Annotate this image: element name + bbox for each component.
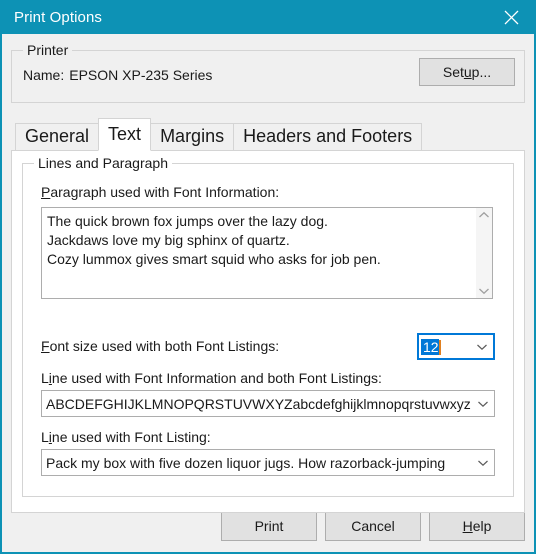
tab-control: General Text Margins Headers and Footers… (11, 117, 525, 513)
tab-headers-and-footers[interactable]: Headers and Footers (233, 123, 423, 150)
help-mnemonic: H (462, 518, 473, 534)
line-font-info-combobox[interactable]: ABCDEFGHIJKLMNOPQRSTUVWXYZabcdefghijklmn… (41, 390, 495, 417)
font-size-value: 12 (421, 338, 439, 355)
lines-group-title: Lines and Paragraph (34, 155, 172, 171)
lines-and-paragraph-groupbox: Lines and Paragraph Paragraph used with … (22, 155, 514, 497)
line-font-listing-value[interactable]: Pack my box with five dozen liquor jugs.… (42, 455, 472, 471)
font-size-label-mnemonic: F (41, 338, 50, 354)
paragraph-scrollbar[interactable] (475, 208, 492, 298)
paragraph-label: Paragraph used with Font Information: (41, 184, 279, 200)
line-font-listing-label-prefix: L (41, 429, 49, 445)
paragraph-label-rest: aragraph used with Font Information: (50, 184, 280, 200)
help-button[interactable]: Help (429, 511, 525, 541)
font-size-combobox[interactable]: 12 (417, 333, 495, 360)
font-size-label: Font size used with both Font Listings: (41, 338, 279, 354)
print-options-dialog: Print Options Printer Name: EPSON XP-235 … (0, 0, 536, 554)
printer-name-value: EPSON XP-235 Series (69, 67, 213, 83)
tab-text[interactable]: Text (98, 118, 152, 151)
tab-general[interactable]: General (15, 123, 100, 150)
paragraph-line-3: Cozy lummox gives smart squid who asks f… (47, 251, 381, 267)
window-title: Print Options (14, 8, 103, 26)
line-font-info-label-prefix: L (41, 370, 49, 386)
line-font-listing-combobox[interactable]: Pack my box with five dozen liquor jugs.… (41, 449, 495, 476)
printer-name-row: Name: EPSON XP-235 Series (23, 67, 212, 83)
setup-mnemonic: u (463, 64, 472, 80)
printer-name-label: Name: (23, 67, 65, 83)
chevron-down-icon (477, 400, 489, 408)
printer-groupbox: Printer Name: EPSON XP-235 Series Setup..… (11, 42, 525, 103)
line-font-info-value[interactable]: ABCDEFGHIJKLMNOPQRSTUVWXYZabcdefghijklmn… (42, 396, 472, 412)
setup-button-label: Setup... (442, 64, 492, 80)
tab-panel-text: Lines and Paragraph Paragraph used with … (11, 150, 525, 513)
dialog-footer: Print Cancel Help (221, 511, 525, 541)
line-font-listing-label-rest: ne used with Font Listing: (51, 429, 211, 445)
line-font-listing-label: Line used with Font Listing: (41, 429, 211, 445)
chevron-down-icon (477, 459, 489, 467)
help-rest: elp (472, 518, 492, 534)
close-button[interactable] (488, 0, 534, 34)
line-font-info-dropdown-arrow[interactable] (472, 400, 494, 408)
text-caret (438, 339, 441, 355)
dialog-body: Printer Name: EPSON XP-235 Series Setup..… (2, 34, 534, 552)
line-font-listing-dropdown-arrow[interactable] (472, 459, 494, 467)
titlebar: Print Options (2, 0, 534, 34)
chevron-down-icon (476, 343, 488, 351)
tab-margins[interactable]: Margins (150, 123, 235, 150)
chevron-up-icon[interactable] (478, 211, 490, 219)
paragraph-line-1: The quick brown fox jumps over the lazy … (47, 213, 328, 229)
line-font-info-label: Line used with Font Information and both… (41, 370, 382, 386)
paragraph-textarea-content[interactable]: The quick brown fox jumps over the lazy … (42, 208, 475, 298)
close-icon (504, 10, 519, 25)
printer-group-title: Printer (23, 42, 73, 58)
help-button-label: Help (463, 518, 492, 534)
paragraph-textarea[interactable]: The quick brown fox jumps over the lazy … (41, 207, 493, 299)
setup-button[interactable]: Setup... (419, 58, 515, 86)
font-size-combobox-text[interactable]: 12 (419, 338, 471, 355)
tab-strip: General Text Margins Headers and Footers (11, 117, 525, 151)
chevron-down-icon[interactable] (478, 287, 490, 295)
line-font-info-label-rest: ne used with Font Information and both F… (51, 370, 382, 386)
paragraph-label-mnemonic: P (41, 184, 51, 200)
print-button[interactable]: Print (221, 511, 317, 541)
font-size-dropdown-arrow[interactable] (471, 343, 493, 351)
cancel-button[interactable]: Cancel (325, 511, 421, 541)
paragraph-line-2: Jackdaws love my big sphinx of quartz. (47, 232, 290, 248)
font-size-label-rest: ont size used with both Font Listings: (49, 338, 280, 354)
